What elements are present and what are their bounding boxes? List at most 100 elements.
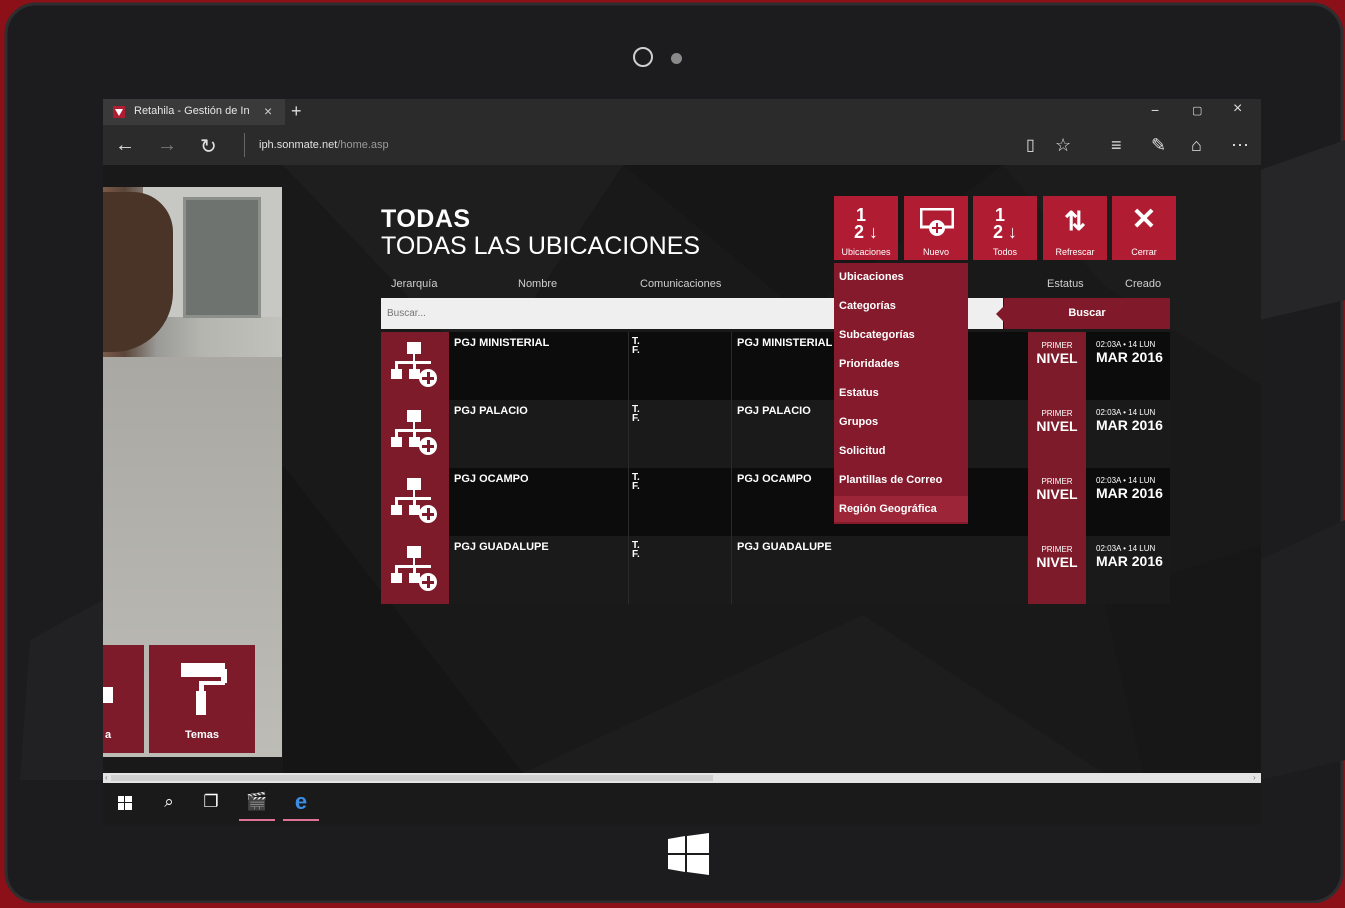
created-top: 02:03A • 14 LUN (1096, 544, 1156, 553)
lock-icon (103, 687, 113, 703)
col-jerarquia[interactable]: Jerarquía (391, 278, 437, 290)
browser-tab[interactable]: Retahila - Gestión de In × (103, 99, 285, 125)
reading-view-icon[interactable]: ▯ (1026, 135, 1035, 155)
row-separator (628, 536, 629, 604)
refresh-icon[interactable]: ↻ (200, 134, 217, 159)
status-value: NIVEL (1036, 418, 1078, 434)
scrollbar-thumb[interactable] (111, 775, 713, 781)
refrescar-button[interactable]: ⇅ Refrescar (1043, 196, 1107, 260)
row-separator (628, 468, 629, 536)
row-comunicaciones: PGJ GUADALUPE (737, 541, 832, 553)
cerrar-button[interactable]: ✕ Cerrar (1112, 196, 1176, 260)
status-value: NIVEL (1036, 350, 1078, 366)
hierarchy-add-icon (381, 536, 449, 604)
web-note-icon[interactable]: ✎ (1151, 135, 1166, 156)
forward-arrow-icon[interactable]: → (157, 134, 177, 157)
edge-browser-icon[interactable]: e (281, 783, 321, 825)
tile-temas[interactable]: Temas (149, 645, 255, 753)
row-comunicaciones: PGJ OCAMPO (737, 473, 812, 485)
tile-partial[interactable]: a (103, 645, 144, 753)
created-value: MAR 2016 (1096, 553, 1163, 569)
address-path: /home.asp (337, 139, 389, 151)
row-name: PGJ OCAMPO (454, 473, 529, 485)
col-nombre[interactable]: Nombre (518, 278, 557, 290)
ubicaciones-button[interactable]: 1 2 ↓ Ubicaciones (834, 196, 898, 260)
horizontal-scrollbar[interactable]: ‹ › (103, 773, 1261, 783)
table-row[interactable]: PGJ OCAMPO T. F. PGJ OCAMPO PRIMER NIVEL 0… (381, 468, 1170, 536)
start-windows-icon[interactable] (105, 783, 145, 825)
hub-icon[interactable]: ≡ (1111, 135, 1122, 156)
col-estatus[interactable]: Estatus (1047, 278, 1084, 290)
search-icon[interactable]: ⌕ (149, 783, 189, 825)
close-window-button[interactable]: × (1233, 100, 1242, 118)
row-separator (628, 400, 629, 468)
hierarchy-add-icon (381, 332, 449, 400)
created-date: 02:03A • 14 LUN MAR 2016 (1096, 340, 1163, 365)
refrescar-label: Refrescar (1055, 247, 1095, 257)
sort-icon: 1 2 ↓ (992, 205, 1017, 242)
restore-button[interactable]: ▢ (1192, 104, 1202, 117)
menu-item-prioridades[interactable]: Prioridades (839, 358, 900, 370)
row-name: PGJ PALACIO (454, 405, 528, 417)
menu-item-region-geografica[interactable]: Región Geográfica (834, 496, 968, 522)
status-badge: PRIMER NIVEL (1028, 332, 1086, 400)
tab-title: Retahila - Gestión de In (134, 105, 250, 117)
page-subtitle: TODAS LAS UBICACIONES (381, 232, 701, 260)
address-bar[interactable]: iph.sonmate.net/home.asp (259, 139, 389, 151)
task-view-icon[interactable]: ❐ (191, 783, 231, 825)
nuevo-button[interactable]: Nuevo (904, 196, 968, 260)
more-icon[interactable]: ⋯ (1231, 135, 1249, 156)
col-creado[interactable]: Creado (1125, 278, 1161, 290)
web-page: a Temas TODAS TODAS LAS UBICACIONES 1 2 … (103, 165, 1261, 773)
status-top: PRIMER (1041, 477, 1073, 486)
row-separator (731, 332, 732, 400)
ubicaciones-dropdown-menu: Ubicaciones Categorías Subcategorías Pri… (834, 263, 968, 524)
created-top: 02:03A • 14 LUN (1096, 408, 1156, 417)
tile-partial-label: a (105, 729, 112, 741)
menu-item-subcategorias[interactable]: Subcategorías (839, 329, 915, 341)
row-comunicaciones: PGJ PALACIO (737, 405, 811, 417)
star-icon[interactable]: ☆ (1055, 135, 1071, 156)
created-value: MAR 2016 (1096, 485, 1163, 501)
menu-item-grupos[interactable]: Grupos (839, 416, 878, 428)
new-tab-button[interactable]: + (291, 101, 302, 122)
todos-button[interactable]: 1 2 ↓ Todos (973, 196, 1037, 260)
back-arrow-icon[interactable]: ← (115, 134, 135, 157)
menu-item-solicitud[interactable]: Solicitud (839, 445, 885, 457)
menu-item-estatus[interactable]: Estatus (839, 387, 879, 399)
status-top: PRIMER (1041, 545, 1073, 554)
col-comunicaciones[interactable]: Comunicaciones (640, 278, 721, 290)
row-name: PGJ MINISTERIAL (454, 337, 550, 349)
menu-item-plantillas-de-correo[interactable]: Plantillas de Correo (839, 474, 942, 486)
created-date: 02:03A • 14 LUN MAR 2016 (1096, 408, 1163, 433)
scroll-left-icon[interactable]: ‹ (105, 773, 108, 782)
table-row[interactable]: PGJ GUADALUPE T. F. PGJ GUADALUPE PRIMER N… (381, 536, 1170, 604)
status-value: NIVEL (1036, 486, 1078, 502)
row-separator (731, 400, 732, 468)
menu-item-categorias[interactable]: Categorías (839, 300, 896, 312)
table-row[interactable]: PGJ MINISTERIAL T. F. PGJ MINISTERIAL PRI… (381, 332, 1170, 400)
cerrar-label: Cerrar (1131, 247, 1157, 257)
scroll-right-icon[interactable]: › (1253, 773, 1256, 782)
row-tf: T. F. (632, 472, 640, 492)
minimize-button[interactable]: − (1151, 102, 1159, 118)
page-title: TODAS (381, 205, 471, 233)
share-icon[interactable]: ⌂ (1191, 135, 1202, 156)
windows-logo-icon[interactable] (668, 833, 709, 875)
hierarchy-add-icon (381, 400, 449, 468)
status-value: NIVEL (1036, 554, 1078, 570)
row-separator (628, 332, 629, 400)
new-location-icon (920, 208, 954, 236)
movies-app-icon[interactable]: 🎬 (237, 783, 277, 825)
browser-navbar: ← → ↻ iph.sonmate.net/home.asp ▯ ☆ ≡ ✎ ⌂… (103, 125, 1261, 165)
tab-close-icon[interactable]: × (264, 103, 272, 119)
close-icon: ✕ (1131, 203, 1157, 236)
sort-icon: 1 2 ↓ (853, 205, 878, 242)
row-separator (731, 468, 732, 536)
row-tf: T. F. (632, 404, 640, 424)
photo-head (103, 192, 173, 352)
taskbar: ⌕ ❐ 🎬 e (103, 783, 1261, 825)
search-button[interactable]: Buscar (996, 298, 1170, 329)
table-row[interactable]: PGJ PALACIO T. F. PGJ PALACIO PRIMER NIVEL… (381, 400, 1170, 468)
menu-item-ubicaciones[interactable]: Ubicaciones (839, 271, 904, 283)
